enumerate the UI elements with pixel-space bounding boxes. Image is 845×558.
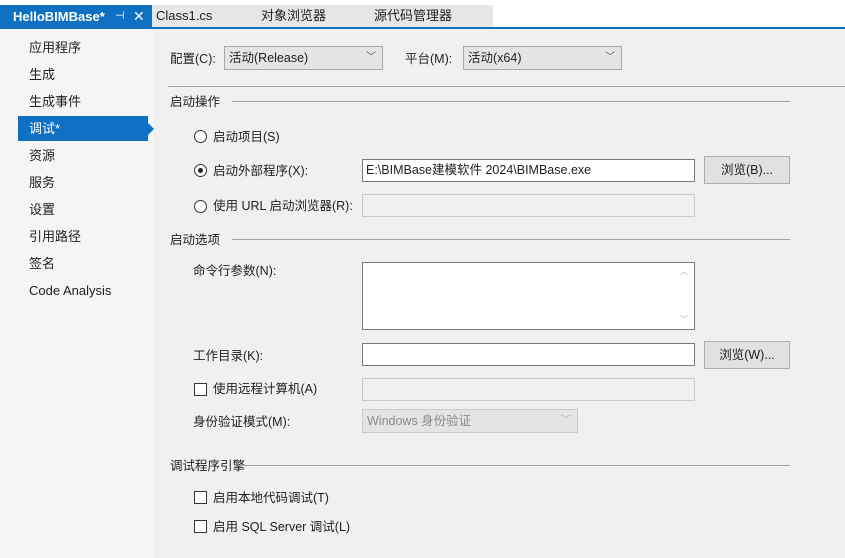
radio-start-project[interactable]	[194, 130, 207, 143]
platform-label: 平台(M):	[405, 52, 453, 66]
tab-class1[interactable]: Class1.cs	[156, 5, 212, 27]
sidebar: 应用程序 生成 生成事件 调试* 资源 服务 设置 引用路径 签名 Code A…	[0, 29, 154, 558]
workdir-label: 工作目录(K):	[193, 349, 264, 363]
platform-select[interactable]: 活动(x64) ﹀	[463, 46, 622, 70]
native-debug-checkbox[interactable]	[194, 491, 207, 504]
chevron-down-icon: ﹀	[605, 52, 615, 63]
sql-debug-checkbox[interactable]	[194, 520, 207, 533]
start-options-heading: 启动选项	[170, 233, 221, 247]
auth-label: 身份验证模式(M):	[193, 415, 291, 429]
sidebar-item-services[interactable]: 服务	[18, 170, 148, 195]
sidebar-item-settings[interactable]: 设置	[18, 197, 148, 222]
sql-debug-label: 启用 SQL Server 调试(L)	[213, 520, 351, 534]
sidebar-item-build-events[interactable]: 生成事件	[18, 89, 148, 114]
divider	[232, 239, 790, 240]
close-icon[interactable]: ✕	[133, 5, 145, 28]
platform-value: 活动(x64)	[468, 51, 522, 65]
sidebar-item-reference-paths[interactable]: 引用路径	[18, 224, 148, 249]
config-value: 活动(Release)	[229, 51, 309, 65]
auth-select[interactable]: Windows 身份验证 ﹀	[362, 409, 578, 433]
divider	[168, 86, 845, 87]
scroll-up-icon[interactable]: ︿	[680, 266, 688, 277]
sidebar-item-resources[interactable]: 资源	[18, 143, 148, 168]
divider	[232, 101, 790, 102]
radio-start-url[interactable]	[194, 200, 207, 213]
chevron-down-icon: ﹀	[561, 415, 571, 426]
config-label: 配置(C):	[170, 52, 216, 66]
args-label: 命令行参数(N):	[193, 264, 277, 278]
url-input[interactable]	[362, 194, 695, 217]
sidebar-item-code-analysis[interactable]: Code Analysis	[18, 278, 148, 303]
tab-hellobimbase[interactable]: HelloBIMBase* ⊣ ✕	[0, 5, 152, 28]
tab-source-control[interactable]: 源代码管理器	[374, 5, 452, 27]
start-project-label: 启动项目(S)	[213, 130, 280, 144]
remote-input[interactable]	[362, 378, 695, 401]
start-action-heading: 启动操作	[170, 95, 221, 109]
sidebar-item-build[interactable]: 生成	[18, 62, 148, 87]
start-url-label: 使用 URL 启动浏览器(R):	[213, 199, 353, 213]
engines-heading: 调试程序引擎	[170, 459, 246, 473]
radio-start-external[interactable]	[194, 164, 207, 177]
tab-object-browser[interactable]: 对象浏览器	[261, 5, 326, 27]
browse-b-button[interactable]: 浏览(B)...	[704, 156, 790, 184]
remote-checkbox[interactable]	[194, 383, 207, 396]
sidebar-item-application[interactable]: 应用程序	[18, 35, 148, 60]
auth-value: Windows 身份验证	[367, 414, 472, 428]
tab-label: HelloBIMBase*	[13, 9, 105, 24]
scroll-down-icon[interactable]: ﹀	[680, 314, 688, 325]
pin-icon[interactable]: ⊣	[115, 5, 125, 28]
external-program-input[interactable]: E:\BIMBase建模软件 2024\BIMBase.exe	[362, 159, 695, 182]
args-textarea[interactable]	[362, 262, 695, 330]
workdir-input[interactable]	[362, 343, 695, 366]
divider	[244, 465, 790, 466]
start-external-label: 启动外部程序(X):	[213, 164, 309, 178]
remote-label: 使用远程计算机(A)	[213, 382, 318, 396]
config-select[interactable]: 活动(Release) ﹀	[224, 46, 383, 70]
sidebar-item-signing[interactable]: 签名	[18, 251, 148, 276]
chevron-down-icon: ﹀	[366, 52, 376, 63]
sidebar-item-debug[interactable]: 调试*	[18, 116, 154, 141]
native-debug-label: 启用本地代码调试(T)	[213, 491, 329, 505]
browse-w-button[interactable]: 浏览(W)...	[704, 341, 790, 369]
